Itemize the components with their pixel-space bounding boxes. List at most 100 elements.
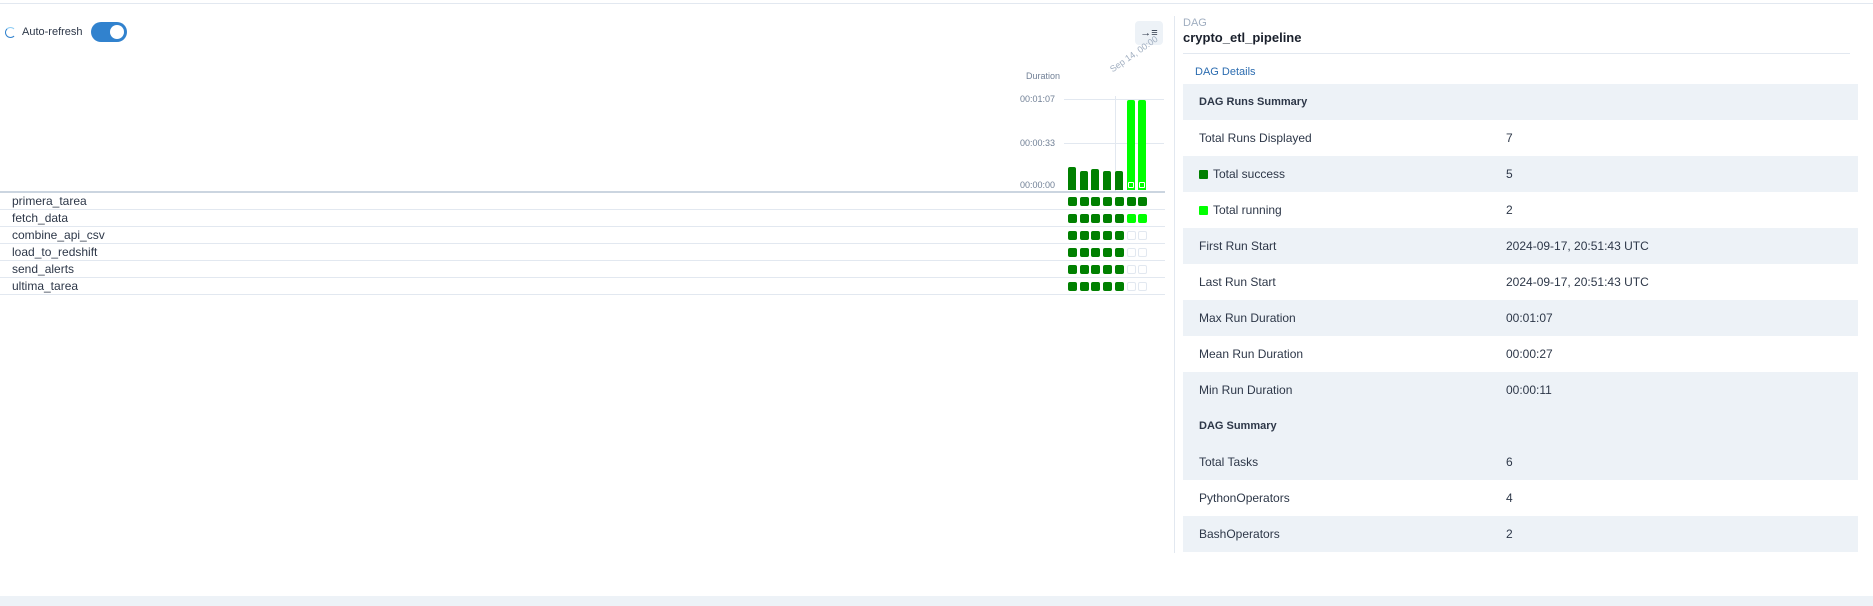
auto-refresh-label: Auto-refresh (22, 26, 83, 38)
toggle-knob (109, 25, 124, 39)
task-instance-cell[interactable] (1126, 231, 1136, 240)
task-name[interactable]: send_alerts (12, 262, 74, 276)
y-tick-label: 00:00:00 (1020, 180, 1056, 190)
task-instance-cell[interactable] (1079, 282, 1089, 291)
task-instance-cell[interactable] (1068, 265, 1077, 274)
run-duration-bar[interactable] (1103, 171, 1112, 190)
task-instance-cell[interactable] (1068, 282, 1077, 291)
task-instance-cell[interactable] (1114, 231, 1124, 240)
task-row[interactable]: ultima_tarea (0, 278, 1165, 295)
task-instance-cell[interactable] (1079, 231, 1089, 240)
task-instance-cell[interactable] (1079, 265, 1089, 274)
task-row[interactable]: combine_api_csv (0, 227, 1165, 244)
task-instance-cell[interactable] (1126, 214, 1136, 223)
section-header-label: DAG Runs Summary (1199, 96, 1308, 108)
task-instance-cell[interactable] (1103, 265, 1113, 274)
status-square-icon (1199, 169, 1208, 179)
detail-label: BashOperators (1199, 527, 1280, 541)
task-instance-cell[interactable] (1138, 197, 1148, 206)
details-table: DAG Runs Summary Total Runs Displayed 7 Tot… (1183, 84, 1858, 552)
detail-row: Max Run Duration 00:01:07 (1183, 300, 1858, 336)
detail-row: Last Run Start 2024-09-17, 20:51:43 UTC (1183, 264, 1858, 300)
y-tick-label: 00:01:07 (1020, 94, 1056, 104)
task-instance-cell[interactable] (1091, 248, 1101, 257)
detail-label: PythonOperators (1199, 491, 1290, 505)
detail-label: Max Run Duration (1199, 311, 1296, 325)
detail-row: BashOperators 2 (1183, 516, 1858, 552)
task-instance-cell[interactable] (1079, 197, 1089, 206)
detail-row: Total running 2 (1183, 192, 1858, 228)
task-instance-cell[interactable] (1138, 248, 1148, 257)
detail-row: First Run Start 2024-09-17, 20:51:43 UTC (1183, 228, 1858, 264)
task-instance-cell[interactable] (1091, 282, 1101, 291)
y-tick-label: 00:00:33 (1020, 138, 1056, 148)
task-instance-cell[interactable] (1126, 282, 1136, 291)
task-instance-cell[interactable] (1138, 214, 1148, 223)
task-name[interactable]: load_to_redshift (12, 245, 97, 259)
task-name[interactable]: primera_tarea (12, 194, 87, 208)
task-instance-cell[interactable] (1103, 282, 1113, 291)
detail-row: Min Run Duration 00:00:11 (1183, 372, 1858, 408)
detail-row: Total Tasks 6 (1183, 444, 1858, 480)
details-panel: DAG crypto_etl_pipeline DAG Details DAG … (1183, 0, 1858, 596)
task-instance-cell[interactable] (1068, 214, 1077, 223)
running-icon (1139, 182, 1146, 188)
task-row[interactable]: fetch_data (0, 210, 1165, 227)
task-instance-cell[interactable] (1114, 265, 1124, 274)
task-instance-cell[interactable] (1068, 248, 1077, 257)
task-instance-cell[interactable] (1091, 265, 1101, 274)
task-name[interactable]: fetch_data (12, 211, 68, 225)
task-instance-cell[interactable] (1079, 248, 1089, 257)
dag-id-title[interactable]: crypto_etl_pipeline (1183, 30, 1301, 45)
task-instance-cell[interactable] (1114, 248, 1124, 257)
run-duration-bar[interactable] (1138, 100, 1147, 190)
task-name[interactable]: combine_api_csv (12, 228, 105, 242)
task-row[interactable]: primera_tarea (0, 193, 1165, 210)
task-instance-cell[interactable] (1114, 197, 1124, 206)
status-square-icon (1199, 205, 1208, 215)
task-instance-cell[interactable] (1138, 282, 1148, 291)
detail-label: Total Tasks (1199, 455, 1259, 469)
task-instance-cell[interactable] (1068, 197, 1077, 206)
auto-refresh-toggle[interactable] (90, 22, 127, 42)
task-instance-cell[interactable] (1138, 231, 1148, 240)
task-instance-cell[interactable] (1138, 265, 1148, 274)
task-instance-cell[interactable] (1103, 248, 1113, 257)
breadcrumb-dag[interactable]: DAG (1183, 17, 1207, 29)
task-name[interactable]: ultima_tarea (12, 279, 78, 293)
detail-row: PythonOperators 4 (1183, 480, 1858, 516)
task-instance-cell[interactable] (1126, 248, 1136, 257)
run-duration-bar[interactable] (1091, 169, 1100, 190)
run-duration-bar[interactable] (1114, 171, 1123, 190)
detail-value: 2024-09-17, 20:51:43 UTC (1506, 275, 1649, 289)
task-row[interactable]: load_to_redshift (0, 244, 1165, 261)
tab-dag-details[interactable]: DAG Details (1195, 66, 1256, 78)
task-instance-cell[interactable] (1068, 231, 1077, 240)
task-instance-cell[interactable] (1103, 214, 1113, 223)
detail-label: Last Run Start (1199, 275, 1276, 289)
grid-panel: Auto-refresh →≡ Duration 00:01:07 00:00:… (0, 0, 1172, 596)
task-instance-cell[interactable] (1126, 197, 1136, 206)
task-instance-cell[interactable] (1103, 231, 1113, 240)
task-instance-cell[interactable] (1114, 214, 1124, 223)
loading-spinner-icon (5, 26, 16, 38)
detail-value: 2024-09-17, 20:51:43 UTC (1506, 239, 1649, 253)
task-instance-cell[interactable] (1091, 214, 1101, 223)
task-instance-cell[interactable] (1126, 265, 1136, 274)
run-duration-bar[interactable] (1126, 100, 1135, 190)
task-instance-cell[interactable] (1079, 214, 1089, 223)
detail-value: 7 (1506, 131, 1513, 145)
run-duration-bar[interactable] (1068, 167, 1076, 190)
section-header: DAG Runs Summary (1183, 84, 1858, 120)
task-instance-cell[interactable] (1114, 282, 1124, 291)
task-instance-cell[interactable] (1091, 231, 1101, 240)
run-duration-bar[interactable] (1079, 171, 1088, 190)
gridline (1064, 143, 1164, 144)
detail-label: Min Run Duration (1199, 383, 1293, 397)
task-row[interactable]: send_alerts (0, 261, 1165, 278)
detail-label: Mean Run Duration (1199, 347, 1304, 361)
detail-value: 00:01:07 (1506, 311, 1553, 325)
detail-value: 5 (1506, 167, 1513, 181)
task-instance-cell[interactable] (1091, 197, 1101, 206)
task-instance-cell[interactable] (1103, 197, 1113, 206)
